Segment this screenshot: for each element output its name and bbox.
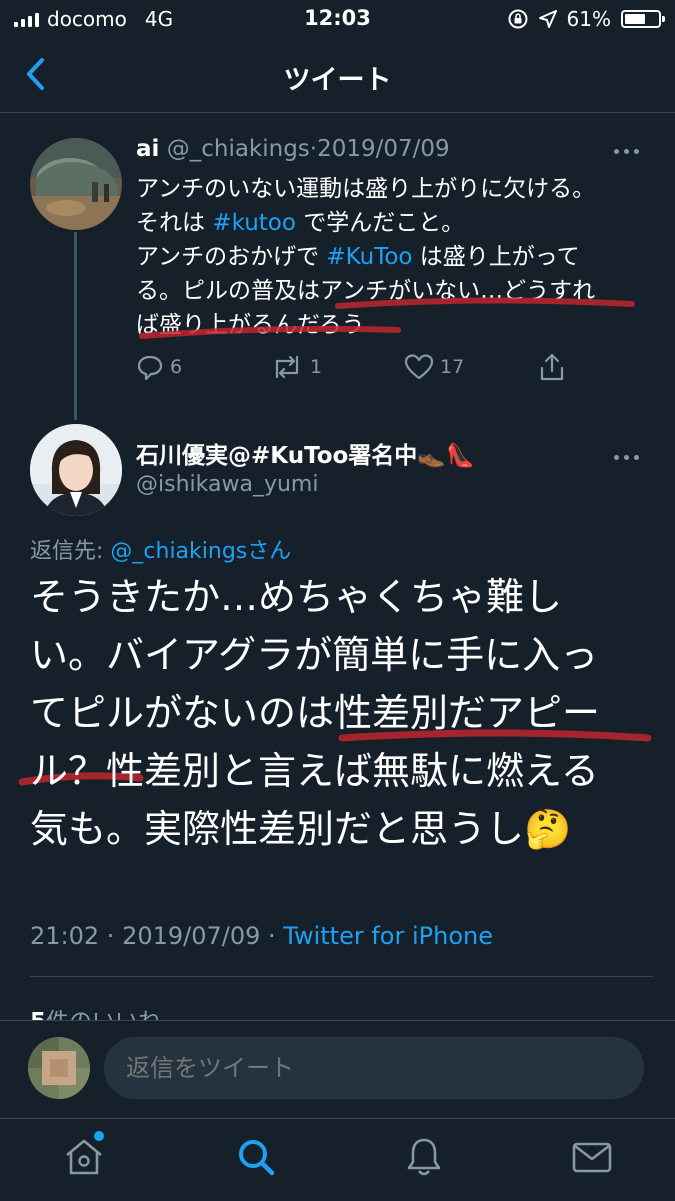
likes-summary[interactable]: 5件のいいね bbox=[30, 1002, 161, 1022]
retweet-count: 1 bbox=[310, 356, 323, 378]
parent-display-name[interactable]: ai bbox=[136, 136, 159, 162]
retweet-icon bbox=[275, 355, 299, 379]
hashtag-link[interactable]: #KuToo bbox=[326, 244, 412, 270]
hashtag-link[interactable]: #kutoo bbox=[212, 210, 296, 236]
status-bar: docomo 4G 12:03 61% bbox=[0, 0, 675, 40]
reply-to-link[interactable]: @_chiakingsさん bbox=[110, 539, 291, 564]
reply-icon bbox=[137, 355, 163, 381]
share-icon bbox=[540, 353, 564, 381]
tweet-date: 2019/07/09 bbox=[122, 922, 261, 950]
orientation-lock-icon bbox=[508, 9, 528, 29]
author-handle[interactable]: @ishikawa_yumi bbox=[136, 472, 318, 497]
parent-line: それは #kutoo で学んだこと。 bbox=[136, 210, 465, 236]
battery-percent: 61% bbox=[566, 7, 611, 31]
nav-bar: ツイート bbox=[0, 40, 675, 113]
notifications-icon[interactable] bbox=[402, 1135, 446, 1179]
tweet-line: てピルがないのは性差別だアピー bbox=[30, 691, 601, 735]
tweet-line: そうきたか…めちゃくちゃ難し bbox=[30, 575, 563, 619]
tweet-line: ル？性差別と言えば無駄に燃える bbox=[30, 749, 599, 793]
reply-to-label: 返信先: bbox=[30, 539, 111, 564]
main-more-icon[interactable] bbox=[614, 452, 644, 462]
reply-to: 返信先: @_chiakingsさん bbox=[30, 533, 291, 565]
divider bbox=[30, 976, 653, 977]
like-button[interactable]: 17 bbox=[404, 352, 538, 382]
tweet-time: 21:02 bbox=[30, 922, 100, 950]
like-count: 17 bbox=[440, 356, 465, 378]
parent-line: アンチのいない運動は盛り上がりに欠ける。 bbox=[136, 176, 596, 202]
heart-icon bbox=[404, 354, 434, 380]
parent-handle[interactable]: @_chiakings bbox=[167, 136, 310, 162]
reply-input[interactable] bbox=[104, 1037, 644, 1099]
parent-header: ai @_chiakings·2019/07/09 bbox=[136, 136, 450, 162]
reply-button[interactable]: 6 bbox=[136, 352, 270, 382]
shoe-emoji-icon: 👞👠 bbox=[417, 443, 475, 469]
thread-line bbox=[74, 232, 77, 420]
page-title: ツイート bbox=[283, 65, 392, 96]
my-avatar[interactable] bbox=[28, 1037, 90, 1099]
author-avatar[interactable] bbox=[30, 424, 122, 516]
parent-line: ば盛り上がるんだろう bbox=[136, 312, 365, 338]
parent-line: る。ピルの普及はアンチがいない…どうすれ bbox=[136, 278, 596, 304]
author-name[interactable]: 石川優実@#KuToo署名中👞👠 bbox=[136, 436, 475, 470]
parent-avatar[interactable] bbox=[30, 138, 122, 230]
tweet-line: い。バイアグラが簡単に手に入っ bbox=[30, 633, 599, 677]
share-button[interactable] bbox=[538, 352, 672, 382]
meta-separator: · bbox=[99, 922, 123, 950]
search-icon[interactable] bbox=[234, 1135, 278, 1179]
parent-line: アンチのおかげで #KuToo は盛り上がって bbox=[136, 244, 580, 270]
battery-icon bbox=[621, 10, 665, 28]
status-right: 61% bbox=[507, 7, 665, 31]
retweet-button[interactable]: 1 bbox=[270, 352, 404, 382]
location-arrow-icon bbox=[538, 10, 557, 28]
tweet-source-link[interactable]: Twitter for iPhone bbox=[283, 922, 493, 950]
parent-separator: · bbox=[309, 136, 318, 162]
parent-more-icon[interactable] bbox=[614, 146, 644, 156]
reply-count: 6 bbox=[170, 356, 183, 378]
tweet-line: 気も。実際性差別だと思うし🤔 bbox=[30, 807, 572, 851]
tab-bar bbox=[0, 1118, 675, 1201]
tweet-meta: 21:02 · 2019/07/09 · Twitter for iPhone bbox=[30, 922, 493, 950]
meta-separator: · bbox=[260, 922, 284, 950]
parent-date[interactable]: 2019/07/09 bbox=[317, 136, 450, 162]
messages-icon[interactable] bbox=[570, 1135, 614, 1179]
reply-compose-bar bbox=[0, 1020, 675, 1119]
author-display-name: 石川優実@#KuToo署名中 bbox=[136, 443, 418, 469]
main-tweet-text: そうきたか…めちゃくちゃ難し い。バイアグラが簡単に手に入っ てピルがないのは性… bbox=[30, 568, 655, 858]
parent-actions: 6 1 17 bbox=[136, 352, 672, 382]
parent-tweet-text: アンチのいない運動は盛り上がりに欠ける。 それは #kutoo で学んだこと。 … bbox=[136, 172, 646, 342]
home-icon[interactable] bbox=[62, 1135, 106, 1179]
home-notification-dot bbox=[94, 1131, 104, 1141]
